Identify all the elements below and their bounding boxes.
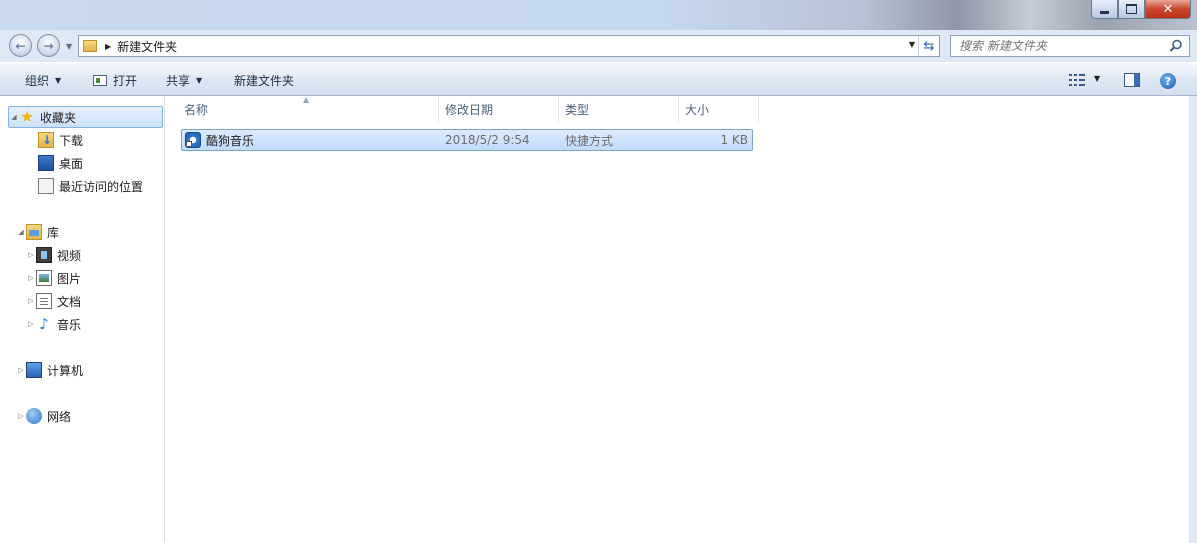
file-row[interactable]: 酷狗音乐 2018/5/2 9:54 快捷方式 1 KB <box>181 129 753 151</box>
collapse-arrow-icon[interactable]: ◢ <box>16 228 26 236</box>
nav-downloads[interactable]: 下载 <box>38 129 83 151</box>
breadcrumb-current[interactable]: 新建文件夹 <box>117 38 177 55</box>
column-header-size-label: 大小 <box>685 102 710 117</box>
address-bar[interactable]: ▶ 新建文件夹 ▼ ⇆ <box>78 35 940 57</box>
nav-libraries[interactable]: ◢ 库 <box>16 221 59 243</box>
nav-recent-places[interactable]: 最近访问的位置 <box>38 175 143 197</box>
nav-pictures[interactable]: ▷ 图片 <box>26 267 81 289</box>
column-header-type[interactable]: 类型 <box>559 96 679 122</box>
pictures-icon <box>36 270 52 286</box>
address-history-dropdown[interactable]: ▼ <box>909 40 915 49</box>
open-icon <box>93 75 107 86</box>
new-folder-button[interactable]: 新建文件夹 <box>234 72 294 89</box>
nav-videos-label: 视频 <box>57 248 82 263</box>
collapse-arrow-icon[interactable]: ◢ <box>9 113 19 121</box>
column-header-size[interactable]: 大小 <box>679 96 759 122</box>
caption-buttons: ✕ <box>1091 0 1191 20</box>
nav-desktop[interactable]: 桌面 <box>38 152 83 174</box>
expand-arrow-icon[interactable]: ▷ <box>26 320 36 328</box>
nav-computer[interactable]: ▷ 计算机 <box>16 359 83 381</box>
file-name: 酷狗音乐 <box>206 133 255 148</box>
nav-favorites[interactable]: ◢ ★ 收藏夹 <box>8 106 163 128</box>
nav-computer-label: 计算机 <box>47 363 84 378</box>
nav-music-label: 音乐 <box>57 317 82 332</box>
refresh-button[interactable]: ⇆ <box>918 36 939 56</box>
file-name-cell: 酷狗音乐 <box>185 130 254 150</box>
network-icon <box>26 408 42 424</box>
nav-downloads-label: 下载 <box>59 133 84 148</box>
file-list-pane[interactable]: ▲ 名称 修改日期 类型 大小 酷狗音乐 2018/5/2 9:54 快捷方式 … <box>165 95 1189 543</box>
nav-network[interactable]: ▷ 网络 <box>16 405 71 427</box>
recent-pages-dropdown[interactable]: ▼ <box>66 42 72 51</box>
recent-places-icon <box>38 178 54 194</box>
search-input[interactable] <box>957 38 1161 54</box>
close-icon: ✕ <box>1162 1 1174 17</box>
forward-arrow-icon: → <box>43 38 54 53</box>
column-header-type-label: 类型 <box>565 102 590 117</box>
file-size: 1 KB <box>720 133 748 147</box>
navigation-pane: ◢ ★ 收藏夹 下载 桌面 最近访问的位置 ◢ 库 ▷ 视频 ▷ 图片 ▷ 文档… <box>0 96 165 543</box>
new-folder-label: 新建文件夹 <box>234 74 295 88</box>
back-button[interactable]: ← <box>9 34 32 57</box>
shortcut-icon <box>185 132 201 148</box>
nav-network-label: 网络 <box>47 409 72 424</box>
file-type: 快捷方式 <box>565 133 614 148</box>
nav-documents-label: 文档 <box>57 294 82 309</box>
minimize-icon <box>1100 10 1109 14</box>
minimize-button[interactable] <box>1091 0 1118 19</box>
desktop-icon <box>38 155 54 171</box>
organize-label: 组织 <box>25 74 50 88</box>
nav-music[interactable]: ▷ ♪ 音乐 <box>26 313 81 335</box>
column-header-modified[interactable]: 修改日期 <box>439 96 559 122</box>
address-row: ← → ▼ ▶ 新建文件夹 ▼ ⇆ <box>0 30 1197 62</box>
open-label: 打开 <box>113 74 138 88</box>
title-bar: ✕ <box>0 0 1197 30</box>
star-icon: ★ <box>19 107 35 126</box>
expand-arrow-icon[interactable]: ▷ <box>16 412 26 420</box>
view-options-icon[interactable] <box>1069 74 1085 86</box>
back-arrow-icon: ← <box>15 38 26 53</box>
column-header-name[interactable]: 名称 <box>178 96 439 122</box>
window-right-border <box>1189 96 1197 543</box>
search-box <box>950 35 1190 57</box>
expand-arrow-icon[interactable]: ▷ <box>16 366 26 374</box>
computer-icon <box>26 362 42 378</box>
folder-icon <box>83 40 97 52</box>
nav-documents[interactable]: ▷ 文档 <box>26 290 81 312</box>
help-icon[interactable]: ? <box>1160 73 1176 89</box>
nav-videos[interactable]: ▷ 视频 <box>26 244 81 266</box>
music-note-icon: ♪ <box>39 315 49 333</box>
expand-arrow-icon[interactable]: ▷ <box>26 297 36 305</box>
nav-recent-label: 最近访问的位置 <box>59 179 144 194</box>
chevron-down-icon: ▼ <box>55 76 62 85</box>
file-modified: 2018/5/2 9:54 <box>445 133 530 147</box>
column-header-name-label: 名称 <box>184 102 209 117</box>
close-button[interactable]: ✕ <box>1145 0 1191 19</box>
libraries-icon <box>26 224 42 240</box>
share-menu[interactable]: 共享 ▼ <box>166 72 202 89</box>
preview-pane-icon[interactable] <box>1124 73 1140 87</box>
search-icon[interactable] <box>1169 39 1183 53</box>
refresh-icon: ⇆ <box>923 38 935 54</box>
expand-arrow-icon[interactable]: ▷ <box>26 274 36 282</box>
downloads-icon <box>38 132 54 148</box>
forward-button[interactable]: → <box>37 34 60 57</box>
nav-desktop-label: 桌面 <box>59 156 84 171</box>
maximize-icon <box>1126 4 1137 14</box>
column-header-modified-label: 修改日期 <box>445 102 494 117</box>
view-options-dropdown[interactable]: ▼ <box>1094 74 1100 83</box>
breadcrumb-arrow-icon[interactable]: ▶ <box>105 42 111 51</box>
videos-icon <box>36 247 52 263</box>
open-button[interactable]: 打开 <box>93 72 137 89</box>
nav-libraries-label: 库 <box>47 225 60 240</box>
organize-menu[interactable]: 组织 ▼ <box>25 72 61 89</box>
nav-pictures-label: 图片 <box>57 271 82 286</box>
command-bar: 组织 ▼ 打开 共享 ▼ 新建文件夹 ▼ ? <box>0 62 1197 96</box>
expand-arrow-icon[interactable]: ▷ <box>26 251 36 259</box>
nav-favorites-label: 收藏夹 <box>40 110 77 125</box>
maximize-button[interactable] <box>1118 0 1145 19</box>
share-label: 共享 <box>166 74 191 88</box>
documents-icon <box>36 293 52 309</box>
chevron-down-icon: ▼ <box>196 76 203 85</box>
